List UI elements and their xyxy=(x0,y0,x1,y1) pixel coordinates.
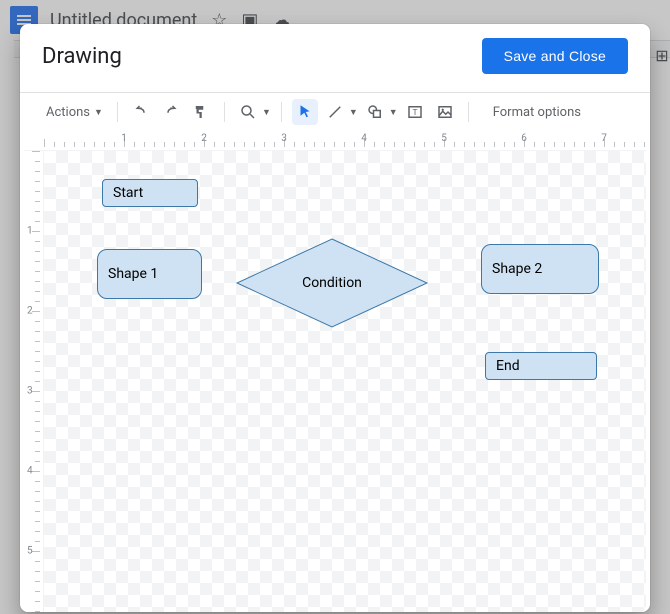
format-options-button[interactable]: Format options xyxy=(489,102,585,123)
shape-1[interactable]: Shape 1 xyxy=(97,249,202,299)
actions-menu[interactable]: Actions ▼ xyxy=(42,102,107,123)
zoom-menu[interactable]: ▼ xyxy=(235,99,271,125)
svg-text:T: T xyxy=(412,108,417,117)
textbox-tool-button[interactable]: T xyxy=(402,99,428,125)
shape-2[interactable]: Shape 2 xyxy=(481,244,599,294)
drawing-modal: Drawing Save and Close Actions ▼ ▼ xyxy=(20,24,650,612)
undo-icon xyxy=(132,103,150,121)
drawing-canvas[interactable]: Start Shape 1 Condition Shape 2 End xyxy=(44,151,646,612)
drawing-toolbar: Actions ▼ ▼ ▼ xyxy=(20,93,650,131)
horizontal-ruler[interactable]: 1234567 xyxy=(24,131,646,151)
line-icon xyxy=(326,103,344,121)
separator xyxy=(117,102,118,122)
modal-header: Drawing Save and Close xyxy=(20,24,650,86)
shape-label: End xyxy=(496,358,520,374)
side-panel-toggle: ⊞ xyxy=(654,40,670,70)
shape-condition[interactable]: Condition xyxy=(236,238,428,328)
image-tool-button[interactable] xyxy=(432,99,458,125)
transparency-grid xyxy=(44,151,646,612)
shape-label: Start xyxy=(113,185,143,201)
paint-format-button[interactable] xyxy=(188,99,214,125)
chevron-down-icon: ▼ xyxy=(262,107,271,118)
shape-start[interactable]: Start xyxy=(102,179,198,207)
shape-label: Shape 1 xyxy=(108,266,158,282)
shape-label: Shape 2 xyxy=(492,261,542,277)
save-and-close-button[interactable]: Save and Close xyxy=(482,38,628,74)
line-tool-button[interactable]: ▼ xyxy=(322,99,358,125)
shape-label: Condition xyxy=(302,275,362,291)
chevron-down-icon: ▼ xyxy=(349,107,358,118)
separator xyxy=(224,102,225,122)
textbox-icon: T xyxy=(406,103,424,121)
shape-tool-button[interactable]: ▼ xyxy=(362,99,398,125)
redo-button[interactable] xyxy=(158,99,184,125)
modal-title: Drawing xyxy=(42,44,122,69)
select-tool-button[interactable] xyxy=(292,99,318,125)
shape-end[interactable]: End xyxy=(485,352,597,380)
cursor-icon xyxy=(296,103,314,121)
shape-icon xyxy=(366,103,384,121)
undo-button[interactable] xyxy=(128,99,154,125)
vertical-ruler[interactable]: 123456 xyxy=(24,151,44,612)
image-icon xyxy=(436,103,454,121)
separator xyxy=(281,102,282,122)
actions-label: Actions xyxy=(46,105,90,120)
separator xyxy=(468,102,469,122)
chevron-down-icon: ▼ xyxy=(94,107,103,118)
paint-format-icon xyxy=(192,103,210,121)
redo-icon xyxy=(162,103,180,121)
chevron-down-icon: ▼ xyxy=(389,107,398,118)
zoom-icon xyxy=(239,103,257,121)
